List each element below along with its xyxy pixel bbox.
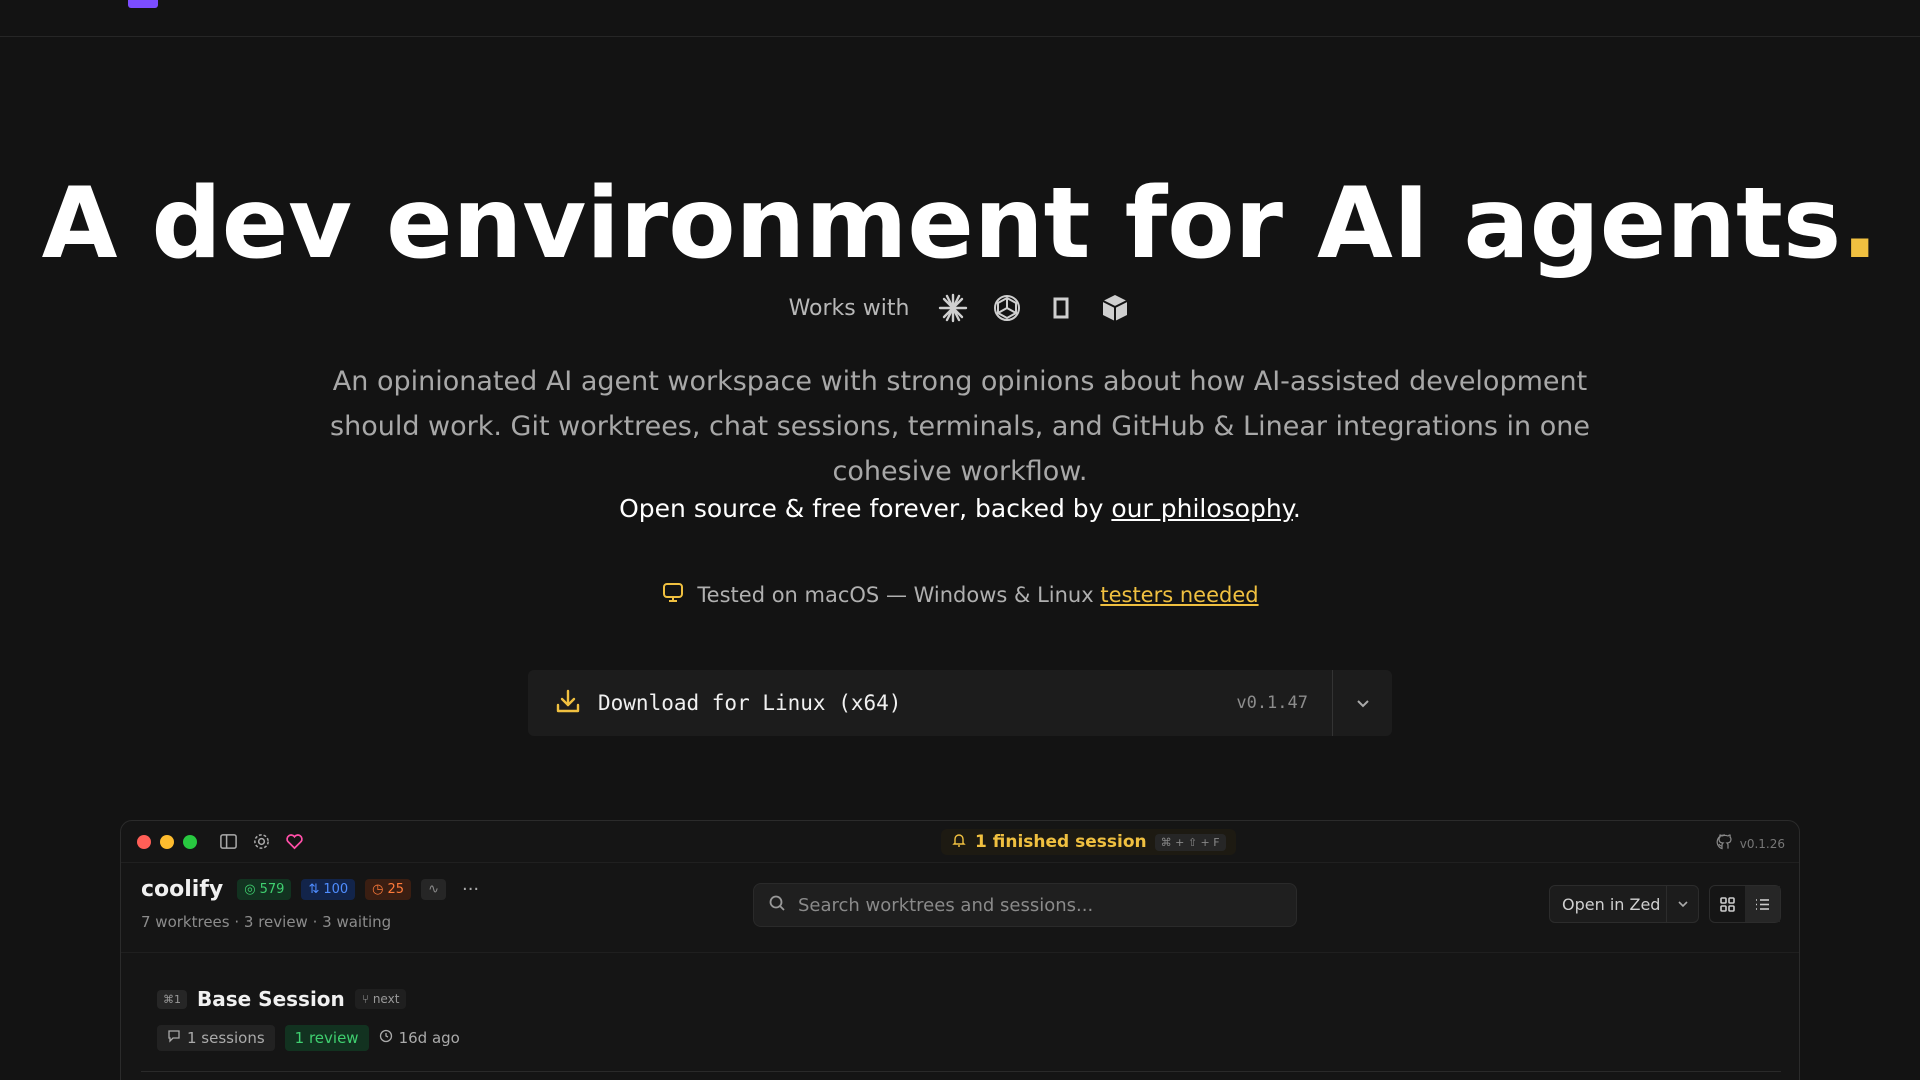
finished-session-shortcut: ⌘ + ⇧ + F	[1154, 833, 1226, 851]
tested-text: Tested on macOS — Windows & Linux	[697, 582, 1101, 607]
sidebar-toggle-icon[interactable]	[219, 832, 238, 851]
philosophy-link[interactable]: our philosophy	[1111, 494, 1293, 523]
grid-icon	[1720, 896, 1735, 912]
review-chip[interactable]: 1 review	[284, 1025, 369, 1051]
chevron-down-icon	[1356, 700, 1369, 708]
alert-icon: ◷	[372, 882, 384, 897]
app-version-label: v0.1.26	[1739, 836, 1785, 851]
project-subtitle: 7 worktrees · 3 review · 3 waiting	[141, 913, 392, 931]
cube-icon	[1099, 292, 1131, 324]
view-toggle	[1709, 885, 1781, 923]
claude-icon	[937, 292, 969, 324]
project-name[interactable]: coolify	[141, 877, 223, 902]
alerts-badge[interactable]: ◷ 25	[365, 879, 412, 900]
time-chip: 16d ago	[379, 1029, 460, 1047]
sessions-count: 1 sessions	[187, 1029, 265, 1047]
chat-icon	[167, 1029, 181, 1047]
oss-suffix: .	[1292, 494, 1301, 523]
works-with-row: Works with	[0, 292, 1920, 324]
finished-session-label: 1 finished session	[975, 832, 1147, 852]
oss-prefix: Open source & free forever, backed by	[619, 494, 1112, 523]
time-label: 16d ago	[398, 1029, 460, 1047]
activity-icon: ∿	[428, 882, 439, 897]
hero-description: An opinionated AI agent workspace with s…	[330, 366, 1590, 487]
search-placeholder: Search worktrees and sessions...	[798, 894, 1094, 916]
hero-title: A dev environment for AI agents.	[0, 168, 1920, 280]
issues-count: 579	[259, 882, 285, 897]
download-version: v0.1.47	[1236, 693, 1308, 713]
more-options-icon[interactable]: ···	[462, 879, 479, 900]
branch-badge: ⑂ next	[354, 989, 407, 1009]
tested-notice: Tested on macOS — Windows & Linux tester…	[0, 580, 1920, 609]
works-with-label: Works with	[788, 295, 910, 321]
clock-icon	[379, 1029, 393, 1047]
grid-view-button[interactable]	[1710, 886, 1745, 922]
heart-icon[interactable]	[285, 832, 304, 851]
download-button[interactable]: Download for Linux (x64) v0.1.47	[528, 670, 1332, 736]
openai-icon	[991, 292, 1023, 324]
activity-badge[interactable]: ∿	[421, 879, 446, 900]
divider	[141, 1071, 1781, 1072]
gear-icon[interactable]	[252, 832, 271, 851]
sessions-chip[interactable]: 1 sessions	[157, 1025, 275, 1051]
github-version[interactable]: v0.1.26	[1716, 833, 1785, 854]
download-icon	[554, 687, 598, 719]
open-in-dropdown[interactable]	[1666, 886, 1698, 922]
pull-requests-badge[interactable]: ⇅ 100	[301, 879, 356, 900]
list-icon	[1756, 898, 1769, 910]
maximize-window-button[interactable]	[183, 834, 197, 849]
open-in-label: Open in Zed	[1562, 894, 1661, 914]
session-name: Base Session	[197, 987, 345, 1011]
search-input[interactable]: Search worktrees and sessions...	[753, 883, 1297, 927]
project-header: coolify ◎ 579 ⇅ 100 ◷ 25 ∿ ··· 7 worktrees …	[121, 863, 1799, 953]
minimize-window-button[interactable]	[160, 834, 174, 849]
opencode-icon	[1045, 292, 1077, 324]
list-view-button[interactable]	[1745, 886, 1780, 922]
session-shortcut: ⌘1	[157, 989, 187, 1009]
branch-name: next	[372, 992, 400, 1006]
pull-request-icon: ⇅	[308, 882, 320, 897]
session-card[interactable]: ⌘1 Base Session ⑂ next 1 sessions 1 revi…	[157, 987, 460, 1051]
window-controls	[137, 834, 197, 849]
logo-icon[interactable]	[128, 0, 158, 8]
hero-title-text: A dev environment for AI agents	[41, 167, 1842, 281]
issue-icon: ◎	[244, 882, 256, 897]
github-icon	[1716, 833, 1734, 854]
open-source-line: Open source & free forever, backed by ou…	[0, 494, 1920, 523]
close-window-button[interactable]	[137, 834, 151, 849]
pull-requests-count: 100	[323, 882, 349, 897]
testers-needed-link[interactable]: testers needed	[1100, 583, 1258, 607]
app-titlebar: 1 finished session ⌘ + ⇧ + F v0.1.26	[121, 821, 1799, 863]
hero-title-dot: .	[1841, 167, 1879, 281]
branch-icon: ⑂	[361, 992, 373, 1006]
issues-badge[interactable]: ◎ 579	[237, 879, 292, 900]
download-options-button[interactable]	[1332, 670, 1392, 736]
search-icon	[768, 894, 786, 917]
download-label: Download for Linux (x64)	[598, 691, 902, 715]
bell-icon	[951, 832, 967, 852]
finished-session-notice[interactable]: 1 finished session ⌘ + ⇧ + F	[941, 829, 1236, 855]
chevron-down-icon	[1677, 901, 1688, 908]
monitor-icon	[661, 580, 685, 609]
alerts-count: 25	[387, 882, 405, 897]
top-navbar	[0, 0, 1920, 37]
open-in-editor-button[interactable]: Open in Zed	[1549, 885, 1699, 923]
download-button-group: Download for Linux (x64) v0.1.47	[528, 670, 1392, 736]
app-preview-window: 1 finished session ⌘ + ⇧ + F v0.1.26 coo…	[120, 820, 1800, 1080]
